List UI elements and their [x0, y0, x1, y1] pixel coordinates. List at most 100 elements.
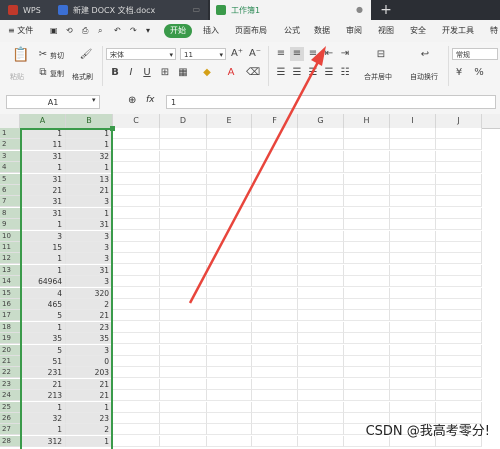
cell-empty[interactable] — [436, 299, 482, 310]
menu-formula[interactable]: 公式 — [284, 24, 300, 38]
cell-empty[interactable] — [298, 230, 344, 242]
cell-empty[interactable] — [160, 264, 207, 276]
cell-a[interactable]: 1 — [20, 128, 66, 139]
format-painter-button[interactable]: 格式刷 — [72, 72, 93, 82]
cell-empty[interactable] — [344, 264, 390, 276]
cell-empty[interactable] — [390, 356, 436, 367]
cell-empty[interactable] — [298, 207, 344, 219]
cell-empty[interactable] — [252, 367, 298, 379]
cell-empty[interactable] — [252, 150, 298, 162]
cell-a[interactable]: 231 — [20, 367, 66, 379]
cell-empty[interactable] — [344, 356, 390, 367]
cell-empty[interactable] — [390, 299, 436, 310]
cell-empty[interactable] — [207, 173, 252, 185]
cell-empty[interactable] — [160, 185, 207, 196]
cell-empty[interactable] — [390, 333, 436, 345]
cell-empty[interactable] — [298, 435, 344, 447]
cell-b[interactable]: 23 — [66, 321, 113, 333]
spreadsheet-grid[interactable]: ABCDEFGHIJ 1 1 1 2 11 1 3 31 32 4 1 1 5 31 13 6 21 21 7 31 3… — [0, 114, 500, 449]
cell-empty[interactable] — [436, 390, 482, 402]
cell-empty[interactable] — [344, 162, 390, 174]
cell-a[interactable]: 21 — [20, 185, 66, 196]
cell-empty[interactable] — [344, 173, 390, 185]
cell-empty[interactable] — [160, 150, 207, 162]
cell-a[interactable]: 1 — [20, 401, 66, 413]
cell-empty[interactable] — [436, 287, 482, 299]
cell-empty[interactable] — [207, 310, 252, 322]
cell-empty[interactable] — [298, 139, 344, 151]
cell-b[interactable]: 3 — [66, 242, 113, 253]
undo-area-icon[interactable]: ⟲ — [66, 24, 73, 38]
cell-empty[interactable] — [298, 219, 344, 231]
cell-b[interactable]: 21 — [66, 390, 113, 402]
cell-a[interactable]: 1 — [20, 162, 66, 174]
cell-empty[interactable] — [298, 344, 344, 356]
cell-empty[interactable] — [207, 299, 252, 310]
cell-empty[interactable] — [113, 162, 160, 174]
cell-empty[interactable] — [390, 139, 436, 151]
copy-button[interactable]: 复制 — [50, 69, 64, 79]
cell-empty[interactable] — [160, 390, 207, 402]
cell-empty[interactable] — [252, 162, 298, 174]
menu-special[interactable]: 特 — [490, 24, 498, 38]
cell-empty[interactable] — [113, 333, 160, 345]
undo-icon[interactable]: ↶ — [114, 24, 121, 38]
cell-empty[interactable] — [207, 321, 252, 333]
cell-empty[interactable] — [252, 310, 298, 322]
cell-a[interactable]: 1 — [20, 424, 66, 436]
cell-empty[interactable] — [252, 242, 298, 253]
cell-empty[interactable] — [390, 264, 436, 276]
clear-format-icon[interactable]: ⊞ — [158, 66, 172, 80]
cell-empty[interactable] — [207, 356, 252, 367]
cell-empty[interactable] — [207, 287, 252, 299]
cell-empty[interactable] — [344, 219, 390, 231]
cell-empty[interactable] — [344, 207, 390, 219]
cell-b[interactable]: 32 — [66, 150, 113, 162]
cell-empty[interactable] — [390, 242, 436, 253]
column-header-g[interactable]: G — [298, 114, 344, 128]
cell-empty[interactable] — [207, 219, 252, 231]
cell-empty[interactable] — [390, 150, 436, 162]
cell-empty[interactable] — [252, 139, 298, 151]
cell-b[interactable]: 3 — [66, 276, 113, 288]
border-icon[interactable]: ▦ — [176, 66, 190, 80]
cell-empty[interactable] — [113, 219, 160, 231]
row-header[interactable]: 25 — [0, 401, 20, 413]
cell-empty[interactable] — [252, 435, 298, 447]
cell-empty[interactable] — [207, 185, 252, 196]
cell-empty[interactable] — [252, 196, 298, 208]
cell-empty[interactable] — [298, 401, 344, 413]
row-header[interactable]: 24 — [0, 390, 20, 402]
row-header[interactable]: 21 — [0, 356, 20, 367]
cell-b[interactable]: 21 — [66, 378, 113, 390]
row-header[interactable]: 23 — [0, 378, 20, 390]
cell-empty[interactable] — [113, 264, 160, 276]
cell-empty[interactable] — [390, 401, 436, 413]
cell-empty[interactable] — [390, 219, 436, 231]
cell-empty[interactable] — [436, 128, 482, 139]
cell-empty[interactable] — [113, 413, 160, 424]
cell-empty[interactable] — [436, 310, 482, 322]
cell-empty[interactable] — [436, 344, 482, 356]
outdent-icon[interactable]: ⇥ — [338, 47, 352, 61]
cell-empty[interactable] — [344, 367, 390, 379]
cell-empty[interactable] — [160, 287, 207, 299]
cell-empty[interactable] — [252, 173, 298, 185]
column-header-j[interactable]: J — [436, 114, 482, 128]
cell-b[interactable]: 1 — [66, 401, 113, 413]
cell-a[interactable]: 4 — [20, 287, 66, 299]
cell-empty[interactable] — [344, 253, 390, 265]
cell-empty[interactable] — [390, 173, 436, 185]
cut-button[interactable]: 剪切 — [50, 51, 64, 61]
cell-empty[interactable] — [160, 413, 207, 424]
cell-a[interactable]: 465 — [20, 299, 66, 310]
cell-a[interactable]: 31 — [20, 173, 66, 185]
cell-empty[interactable] — [207, 253, 252, 265]
cell-empty[interactable] — [207, 264, 252, 276]
cell-a[interactable]: 32 — [20, 413, 66, 424]
menu-file[interactable]: ≡ 文件 — [8, 24, 33, 38]
cell-empty[interactable] — [344, 287, 390, 299]
cell-b[interactable]: 23 — [66, 413, 113, 424]
cell-empty[interactable] — [160, 196, 207, 208]
cell-empty[interactable] — [298, 264, 344, 276]
